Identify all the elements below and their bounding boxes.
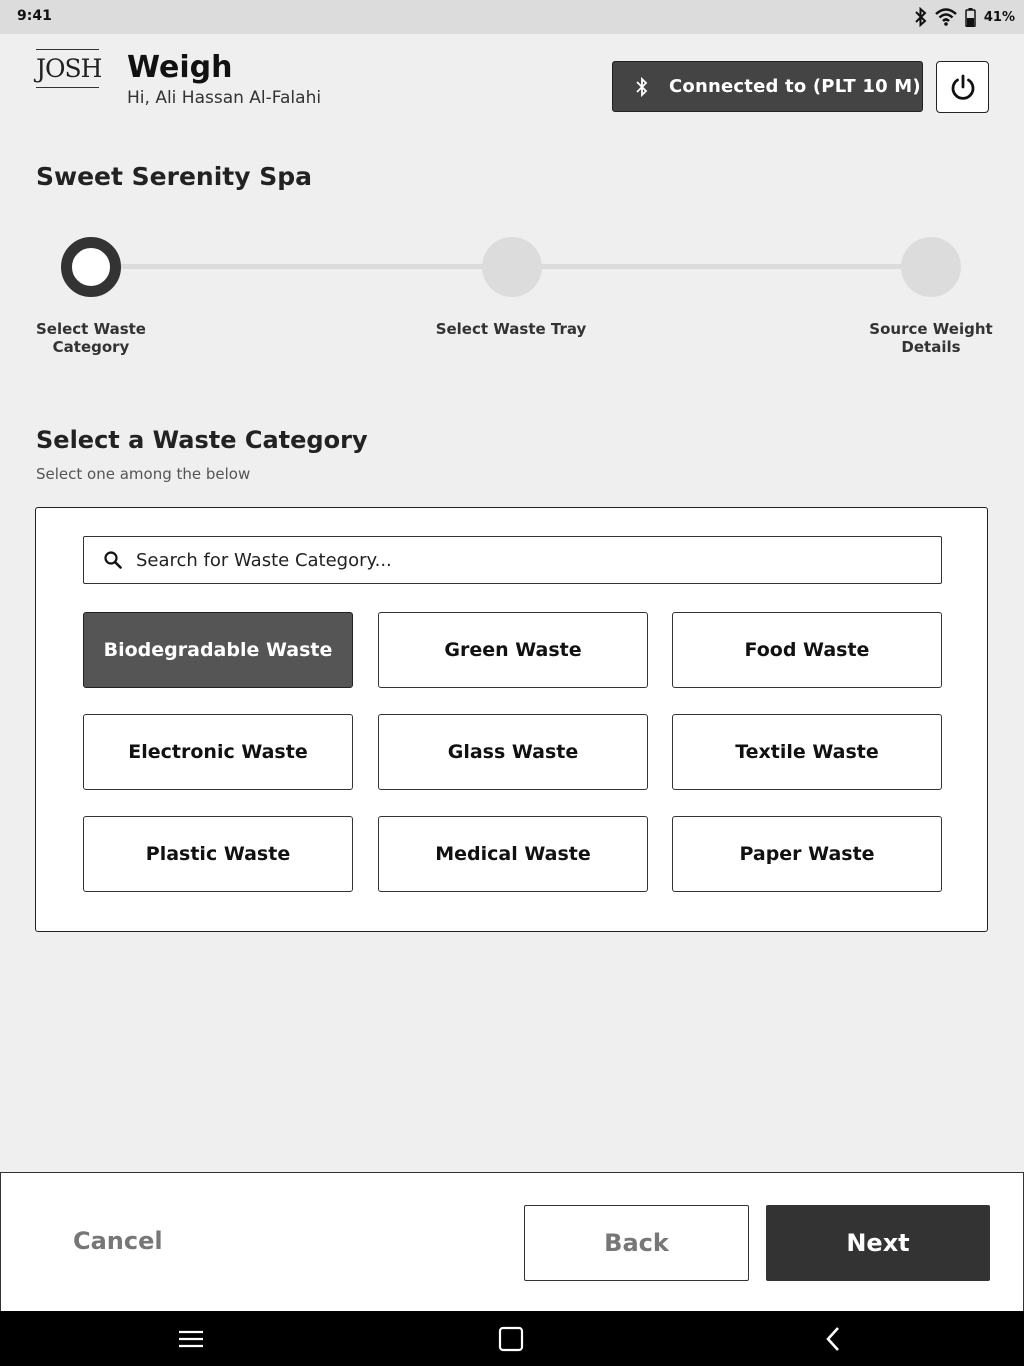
back-button[interactable]: Back (524, 1205, 749, 1281)
search-icon (104, 551, 122, 569)
category-biodegradable-waste[interactable]: Biodegradable Waste (83, 612, 353, 688)
connection-status-button[interactable]: Connected to (PLT 10 M) (612, 61, 923, 112)
step-1-indicator (61, 237, 121, 297)
location-name: Sweet Serenity Spa (36, 162, 313, 191)
system-nav-bar (0, 1311, 1024, 1366)
section-subtitle: Select one among the below (36, 465, 251, 483)
battery-percent: 41% (983, 9, 1015, 25)
step-2-label: Select Waste Tray (435, 320, 587, 338)
user-greeting: Hi, Ali Hassan Al-Falahi (127, 88, 322, 108)
nav-menu-button[interactable] (176, 1325, 206, 1353)
status-time: 9:41 (17, 8, 52, 24)
cancel-button[interactable]: Cancel (73, 1227, 163, 1255)
step-3-label: Source Weight Details (869, 320, 993, 356)
category-plastic-waste[interactable]: Plastic Waste (83, 816, 353, 892)
category-paper-waste[interactable]: Paper Waste (672, 816, 942, 892)
status-bar: 9:41 41% (0, 0, 1024, 34)
page-title: Weigh (127, 50, 233, 85)
step-1-label: Select Waste Category (36, 320, 146, 356)
search-input[interactable] (136, 549, 916, 571)
category-card: Biodegradable Waste Green Waste Food Was… (35, 507, 988, 932)
nav-back-button[interactable] (818, 1325, 848, 1353)
connection-label: Connected to (PLT 10 M) (669, 76, 921, 97)
next-button[interactable]: Next (766, 1205, 990, 1281)
bluetooth-icon (915, 7, 927, 27)
category-green-waste[interactable]: Green Waste (378, 612, 648, 688)
section-title: Select a Waste Category (36, 426, 368, 454)
josh-logo: JOSH (36, 49, 102, 88)
bluetooth-icon (636, 76, 648, 97)
footer-actions: Cancel Back Next (0, 1172, 1024, 1312)
step-3-indicator (901, 237, 961, 297)
power-button[interactable] (936, 61, 989, 113)
chevron-left-icon (826, 1327, 839, 1351)
category-food-waste[interactable]: Food Waste (672, 612, 942, 688)
wifi-icon (935, 8, 957, 26)
category-glass-waste[interactable]: Glass Waste (378, 714, 648, 790)
home-square-icon (498, 1326, 524, 1352)
category-electronic-waste[interactable]: Electronic Waste (83, 714, 353, 790)
menu-icon (179, 1330, 203, 1348)
search-box[interactable] (83, 536, 942, 584)
status-icons: 41% (915, 7, 1015, 27)
power-icon (951, 74, 974, 100)
battery-icon (965, 7, 976, 27)
category-medical-waste[interactable]: Medical Waste (378, 816, 648, 892)
step-2-indicator (482, 237, 542, 297)
category-textile-waste[interactable]: Textile Waste (672, 714, 942, 790)
nav-home-button[interactable] (496, 1325, 526, 1353)
